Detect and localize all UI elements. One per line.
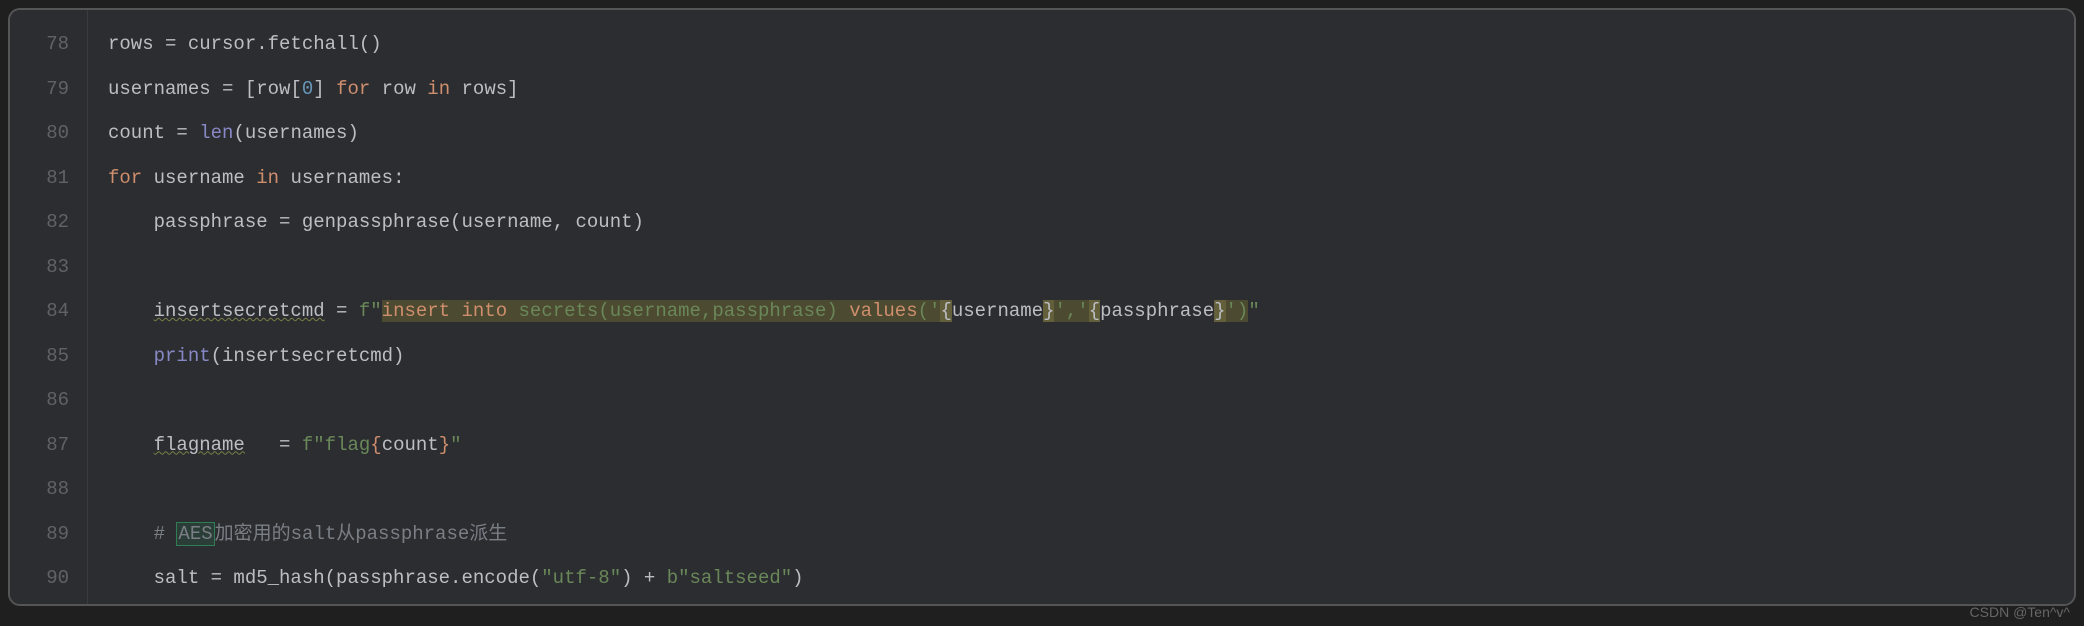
- code-text: =: [279, 434, 302, 456]
- sql-column: passphrase: [712, 300, 826, 322]
- var-count: count: [382, 434, 439, 456]
- code-content[interactable]: rows = cursor.fetchall() usernames = [ro…: [88, 10, 2074, 604]
- line-number: 83: [22, 245, 69, 290]
- builtin-len: len: [199, 122, 233, 144]
- code-text: =: [325, 300, 359, 322]
- indent: [108, 434, 154, 456]
- number-literal: 0: [302, 78, 313, 100]
- keyword-for: for: [108, 167, 142, 189]
- line-number: 87: [22, 423, 69, 468]
- code-text: rows]: [450, 78, 518, 100]
- code-area[interactable]: 78 79 80 81 82 83 84 85 86 87 88 89 90 r…: [10, 10, 2074, 604]
- line-number: 90: [22, 556, 69, 601]
- code-text: (usernames): [233, 122, 358, 144]
- sql-text: secrets(: [519, 300, 610, 322]
- indent: [108, 523, 154, 545]
- indent: [108, 300, 154, 322]
- var-flagname: flagname: [154, 434, 245, 456]
- bytes-prefix: b: [667, 567, 678, 589]
- var-insertsecretcmd: insertsecretcmd: [154, 300, 325, 322]
- keyword-in: in: [427, 78, 450, 100]
- code-editor-frame: 78 79 80 81 82 83 84 85 86 87 88 89 90 r…: [8, 8, 2076, 606]
- selection-aes: AES: [176, 522, 214, 546]
- code-line-85[interactable]: print(insertsecretcmd): [108, 334, 2074, 379]
- sql-text: ',': [1054, 300, 1088, 322]
- code-line-90[interactable]: salt = md5_hash(passphrase.encode("utf-8…: [108, 556, 2074, 601]
- code-text: salt = md5_hash(passphrase.encode(: [108, 567, 541, 589]
- space: [507, 300, 518, 322]
- comment-text: 加密用的salt从passphrase派生: [215, 523, 508, 545]
- code-line-84[interactable]: insertsecretcmd = f"insert into secrets(…: [108, 289, 2074, 334]
- code-text: usernames:: [279, 167, 404, 189]
- fstring-brace: }: [1043, 300, 1054, 322]
- code-line-78[interactable]: rows = cursor.fetchall(): [108, 22, 2074, 67]
- sql-column: username: [610, 300, 701, 322]
- sql-text: ): [826, 300, 849, 322]
- line-number: 84: [22, 289, 69, 334]
- code-line-81[interactable]: for username in usernames:: [108, 156, 2074, 201]
- code-text: ]: [313, 78, 336, 100]
- code-text: passphrase = genpassphrase(username: [108, 211, 553, 233]
- fstring-brace: }: [1214, 300, 1225, 322]
- line-number-gutter: 78 79 80 81 82 83 84 85 86 87 88 89 90: [10, 10, 88, 604]
- line-number: 81: [22, 156, 69, 201]
- code-text: username: [142, 167, 256, 189]
- line-number: 88: [22, 467, 69, 512]
- indent: [108, 345, 154, 367]
- comment-hash: #: [154, 523, 177, 545]
- string-close: ": [450, 434, 461, 456]
- keyword-in: in: [256, 167, 279, 189]
- line-number: 80: [22, 111, 69, 156]
- string-text: flag: [325, 434, 371, 456]
- comma: ,: [553, 211, 576, 233]
- space: [245, 434, 279, 456]
- string-saltseed: "saltseed": [678, 567, 792, 589]
- keyword-for: for: [336, 78, 370, 100]
- fstring-brace: {: [1089, 300, 1100, 322]
- code-line-87[interactable]: flagname = f"flag{count}": [108, 423, 2074, 468]
- fstring-brace: {: [370, 434, 381, 456]
- code-line-88[interactable]: [108, 467, 2074, 512]
- code-text: count): [576, 211, 644, 233]
- string-close: ": [1248, 300, 1259, 322]
- code-line-79[interactable]: usernames = [row[0] for row in rows]: [108, 67, 2074, 112]
- sql-values: values: [849, 300, 917, 322]
- code-line-89[interactable]: # AES加密用的salt从passphrase派生: [108, 512, 2074, 557]
- var-passphrase: passphrase: [1100, 300, 1214, 322]
- sql-text: '): [1226, 300, 1249, 322]
- code-text: rows = cursor.fetchall(): [108, 33, 382, 55]
- code-text: ) +: [621, 567, 667, 589]
- line-number: 82: [22, 200, 69, 245]
- fstring-brace: {: [940, 300, 951, 322]
- fstring-prefix: f": [359, 300, 382, 322]
- code-line-86[interactable]: [108, 378, 2074, 423]
- line-number: 79: [22, 67, 69, 112]
- builtin-print: print: [154, 345, 211, 367]
- sql-insert: insert: [382, 300, 450, 322]
- sql-text: (': [918, 300, 941, 322]
- code-line-83[interactable]: [108, 245, 2074, 290]
- code-text: row: [370, 78, 427, 100]
- line-number: 89: [22, 512, 69, 557]
- var-username: username: [952, 300, 1043, 322]
- fstring-prefix: f": [302, 434, 325, 456]
- code-line-82[interactable]: passphrase = genpassphrase(username, cou…: [108, 200, 2074, 245]
- line-number: 86: [22, 378, 69, 423]
- code-line-80[interactable]: count = len(usernames): [108, 111, 2074, 156]
- string-utf8: "utf-8": [541, 567, 621, 589]
- code-text: usernames = [row[: [108, 78, 302, 100]
- fstring-brace: }: [439, 434, 450, 456]
- sql-into: into: [462, 300, 508, 322]
- line-number: 78: [22, 22, 69, 67]
- code-text: (insertsecretcmd): [211, 345, 405, 367]
- line-number: 85: [22, 334, 69, 379]
- code-text: ): [792, 567, 803, 589]
- space: [450, 300, 461, 322]
- comma: ,: [701, 300, 712, 322]
- code-text: count =: [108, 122, 199, 144]
